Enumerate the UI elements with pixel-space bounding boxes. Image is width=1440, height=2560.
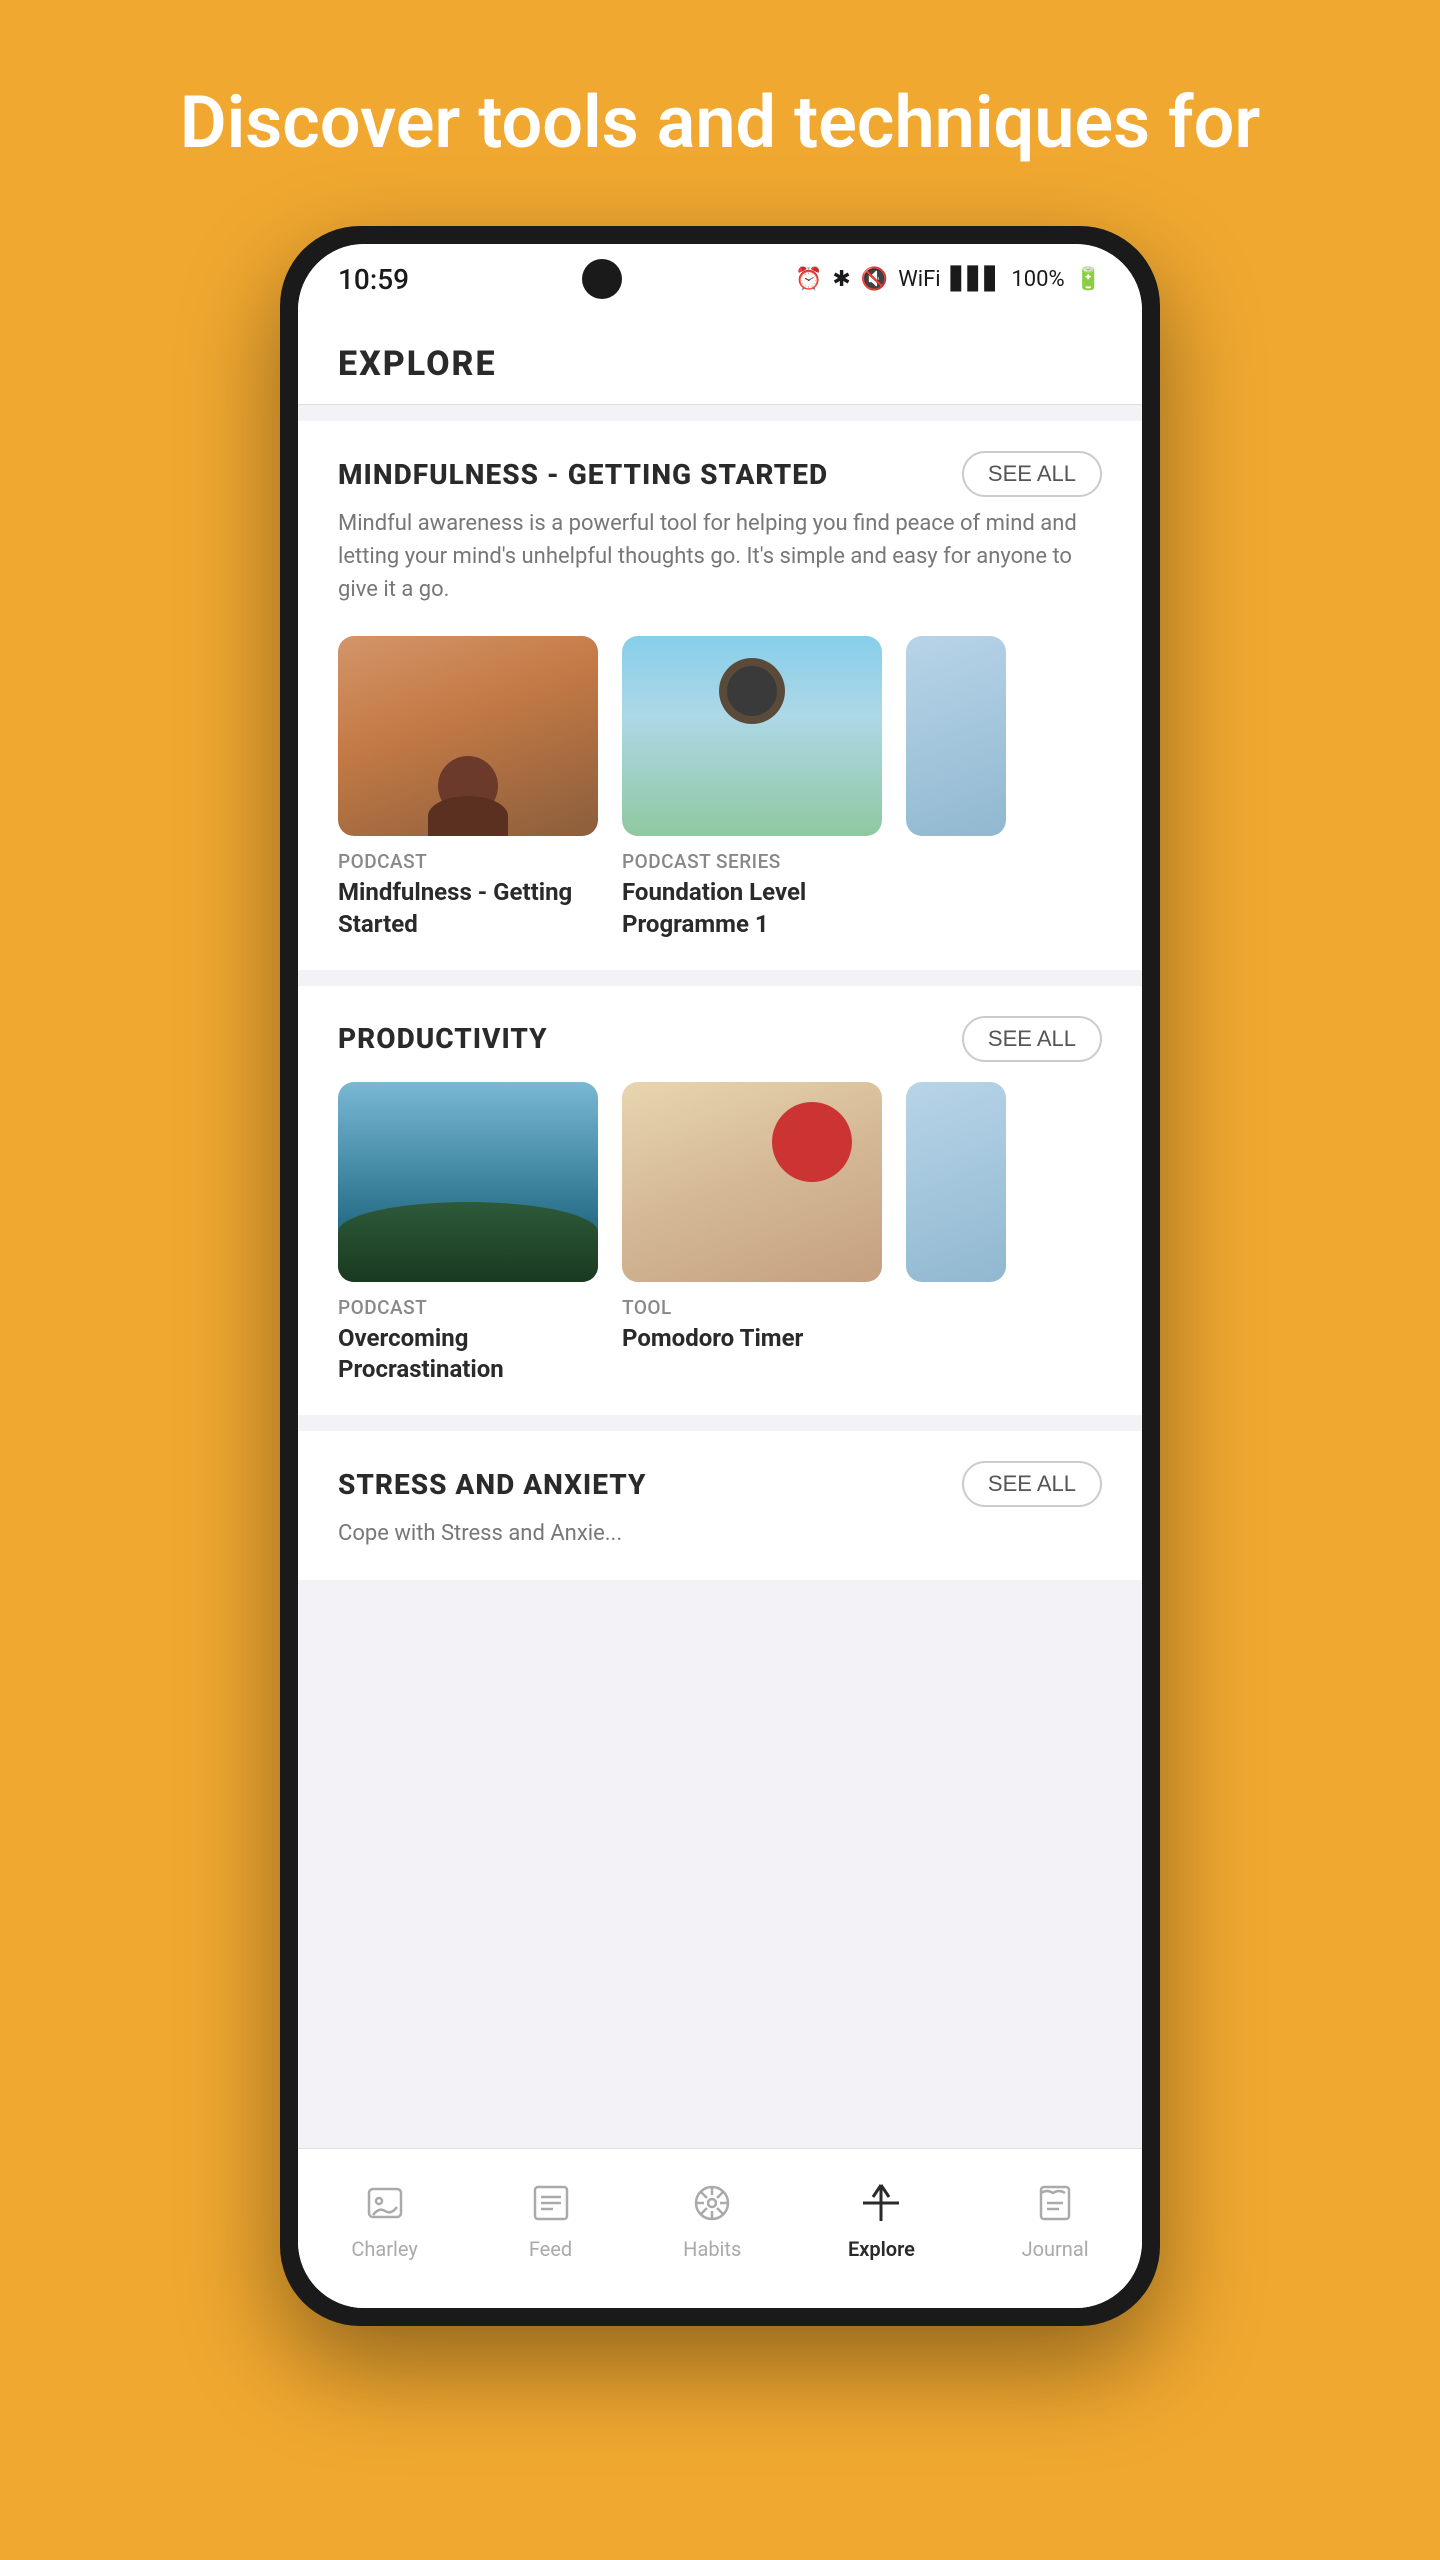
stress-section: STRESS AND ANXIETY SEE ALL Cope with Str… [298,1431,1142,1580]
card-productivity-1[interactable]: PODCAST Overcoming Procrastination [338,1082,598,1385]
stress-description: Cope with Stress and Anxie... [298,1517,1142,1570]
feed-label: Feed [529,2237,572,2261]
card-title-1: Mindfulness - Getting Started [338,877,598,939]
stress-see-all-button[interactable]: SEE ALL [962,1461,1102,1507]
card-image-partial-2 [906,1082,1006,1282]
mindfulness-cards-row: PODCAST Mindfulness - Getting Started PO… [298,626,1142,939]
charley-icon [359,2177,411,2229]
status-icons: ⏰ ✱ 🔇 WiFi ▋▋▋ 100% 🔋 [795,267,1102,292]
nav-item-charley[interactable]: Charley [351,2177,418,2261]
card-image-partial [906,636,1006,836]
card-title-2: Foundation Level Programme 1 [622,877,882,939]
card-image-timer [622,1082,882,1282]
mindfulness-section-header: MINDFULNESS - GETTING STARTED SEE ALL [298,451,1142,507]
mindfulness-section-title: MINDFULNESS - GETTING STARTED [338,458,828,491]
card-productivity-3-partial [906,1082,1006,1385]
card-image-mountain [338,1082,598,1282]
card-image-person [622,636,882,836]
app-header: EXPLORE [298,314,1142,405]
habits-label: Habits [683,2237,741,2261]
stress-section-header: STRESS AND ANXIETY SEE ALL [298,1461,1142,1517]
mute-icon: 🔇 [861,267,888,292]
card-title-prod-2: Pomodoro Timer [622,1323,882,1354]
card-title-prod-1: Overcoming Procrastination [338,1323,598,1385]
explore-title: EXPLORE [338,344,497,384]
nav-item-feed[interactable]: Feed [525,2177,577,2261]
status-bar: 10:59 ⏰ ✱ 🔇 WiFi ▋▋▋ 100% 🔋 [298,244,1142,314]
habits-icon [686,2177,738,2229]
charley-label: Charley [351,2237,418,2261]
phone-frame: 10:59 ⏰ ✱ 🔇 WiFi ▋▋▋ 100% 🔋 EXPLORE MIND… [280,226,1160,2326]
app-content[interactable]: EXPLORE MINDFULNESS - GETTING STARTED SE… [298,314,1142,2148]
explore-icon [855,2177,907,2229]
page-headline: Discover tools and techniques for [60,0,1381,226]
bottom-navigation: Charley Feed [298,2148,1142,2308]
nav-item-journal[interactable]: Journal [1022,2177,1089,2261]
card-mindfulness-1[interactable]: PODCAST Mindfulness - Getting Started [338,636,598,939]
card-mindfulness-3-partial [906,636,1006,939]
mindfulness-section: MINDFULNESS - GETTING STARTED SEE ALL Mi… [298,421,1142,969]
signal-icon: ▋▋▋ [951,267,1002,292]
stress-section-title: STRESS AND ANXIETY [338,1468,646,1501]
camera-dot [582,259,622,299]
journal-label: Journal [1022,2237,1089,2261]
explore-nav-label: Explore [848,2237,915,2261]
nav-item-habits[interactable]: Habits [683,2177,741,2261]
feed-icon [525,2177,577,2229]
card-mindfulness-2[interactable]: PODCAST SERIES Foundation Level Programm… [622,636,882,939]
battery-text: 100% [1011,267,1064,292]
productivity-section-header: PRODUCTIVITY SEE ALL [298,1016,1142,1072]
productivity-cards-row: PODCAST Overcoming Procrastination TOOL … [298,1072,1142,1385]
card-image-stones [338,636,598,836]
card-type-prod-2: TOOL [622,1296,882,1319]
journal-icon [1029,2177,1081,2229]
phone-screen: 10:59 ⏰ ✱ 🔇 WiFi ▋▋▋ 100% 🔋 EXPLORE MIND… [298,244,1142,2308]
card-type-2: PODCAST SERIES [622,850,882,873]
productivity-section-title: PRODUCTIVITY [338,1022,548,1055]
bluetooth-icon: ✱ [832,267,850,292]
nav-item-explore[interactable]: Explore [848,2177,915,2261]
mindfulness-description: Mindful awareness is a powerful tool for… [298,507,1142,626]
mindfulness-see-all-button[interactable]: SEE ALL [962,451,1102,497]
card-type-1: PODCAST [338,850,598,873]
wifi-icon: WiFi [898,267,940,292]
productivity-see-all-button[interactable]: SEE ALL [962,1016,1102,1062]
alarm-icon: ⏰ [795,267,822,292]
status-time: 10:59 [338,263,409,296]
card-productivity-2[interactable]: TOOL Pomodoro Timer [622,1082,882,1385]
battery-icon: 🔋 [1075,267,1102,292]
card-type-prod-1: PODCAST [338,1296,598,1319]
productivity-section: PRODUCTIVITY SEE ALL PODCAST Overcoming … [298,986,1142,1415]
